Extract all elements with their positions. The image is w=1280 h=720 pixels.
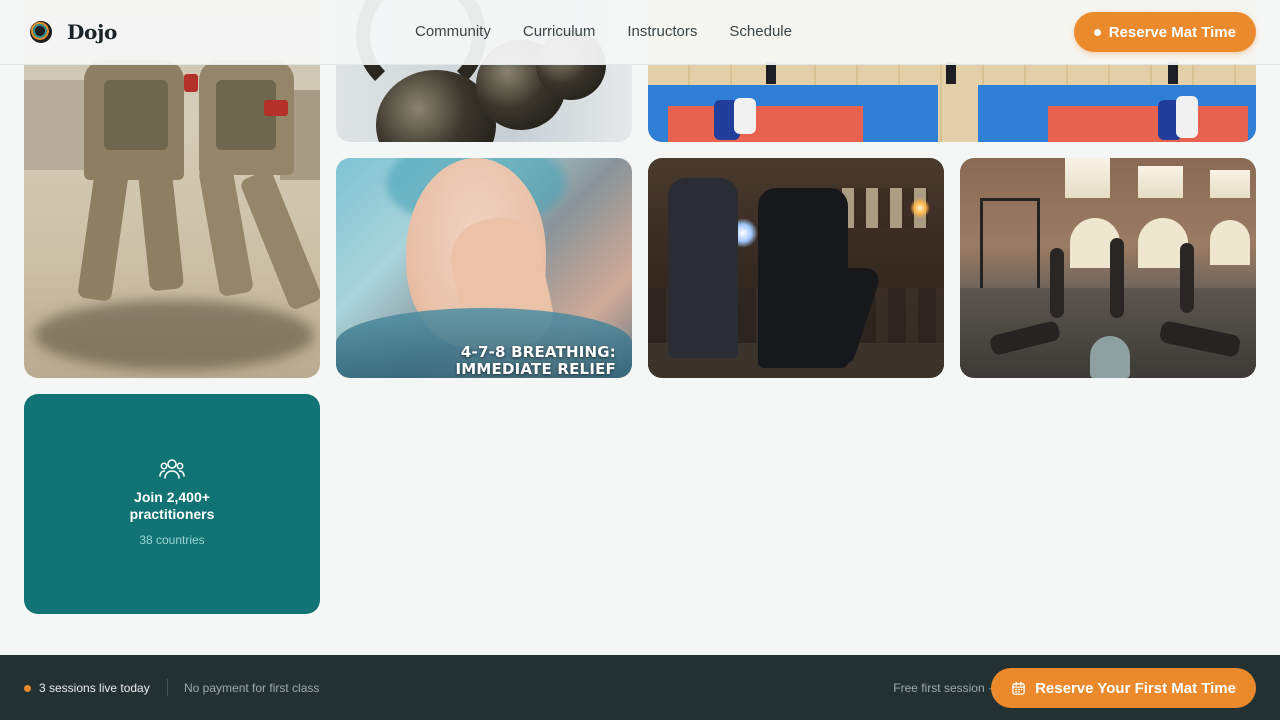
judoka-figure: [734, 98, 756, 134]
athlete-figure: [1180, 243, 1194, 313]
soldier-figure: [77, 168, 129, 302]
gym-class-image[interactable]: [960, 158, 1256, 378]
image-detail: [104, 80, 168, 150]
breathing-caption-line: IMMEDIATE RELIEF: [455, 360, 616, 378]
athlete-figure: [1050, 248, 1064, 318]
community-card[interactable]: Join 2,400+ practitioners 38 countries: [24, 394, 320, 614]
image-detail: [24, 80, 84, 170]
dot-icon: [1093, 28, 1101, 36]
image-detail: [34, 300, 314, 370]
image-detail: [264, 100, 288, 116]
breathing-caption-line: 4-7-8 BREATHING:: [460, 343, 616, 361]
community-title: Join 2,400+ practitioners: [129, 489, 215, 522]
image-detail: [1048, 106, 1248, 142]
fighter-figure: [668, 178, 738, 358]
image-detail: [1138, 166, 1183, 198]
nav-schedule[interactable]: Schedule: [729, 23, 792, 41]
image-detail: [184, 74, 198, 92]
image-detail: [668, 106, 863, 142]
users-icon: [159, 459, 185, 479]
reserve-button-label: Reserve Mat Time: [1108, 23, 1236, 41]
no-payment-note: No payment for first class: [184, 681, 320, 695]
free-session-note: Free first session ·: [893, 681, 992, 695]
site-header: Dojo Community Curriculum Instructors Sc…: [0, 0, 1280, 65]
image-detail: [1210, 220, 1250, 265]
brand-name: Dojo: [67, 20, 118, 44]
breathing-exercise-image[interactable]: 4-7-8 BREATHING: IMMEDIATE RELIEF: [336, 158, 632, 378]
footer-cta-label: Reserve Your First Mat Time: [1035, 679, 1236, 697]
reserve-mat-time-button[interactable]: Reserve Mat Time: [1073, 12, 1256, 52]
soldier-figure: [137, 168, 185, 292]
logo-icon: [30, 21, 52, 43]
live-status-text: 3 sessions live today: [39, 681, 150, 695]
athlete-figure: [1110, 238, 1124, 318]
judoka-figure: [1176, 96, 1198, 138]
live-dot-icon: [24, 684, 31, 692]
divider: [167, 679, 168, 696]
soldier-figure: [239, 168, 320, 312]
live-status: 3 sessions live today: [24, 681, 150, 695]
referee-figure: [1168, 62, 1178, 84]
referee-figure: [766, 62, 776, 84]
community-subtitle: 38 countries: [139, 533, 205, 547]
sticky-footer-bar: 3 sessions live today No payment for fir…: [0, 655, 1280, 720]
nav-curriculum[interactable]: Curriculum: [523, 23, 596, 41]
breathing-caption: 4-7-8 BREATHING: IMMEDIATE RELIEF: [456, 344, 617, 378]
calendar-icon: [1012, 681, 1025, 695]
brand-logo[interactable]: Dojo: [30, 20, 117, 44]
reserve-first-mat-time-button[interactable]: Reserve Your First Mat Time: [991, 668, 1256, 708]
image-detail: [1065, 158, 1110, 198]
image-detail: [1210, 170, 1250, 198]
referee-figure: [946, 62, 956, 84]
image-detail: [910, 198, 930, 218]
nav-instructors[interactable]: Instructors: [627, 23, 697, 41]
main-nav: Community Curriculum Instructors Schedul…: [415, 23, 824, 41]
sword-sparring-image[interactable]: [648, 158, 944, 378]
nav-community[interactable]: Community: [415, 23, 491, 41]
athlete-figure: [1090, 336, 1130, 378]
image-detail: [980, 198, 1040, 298]
